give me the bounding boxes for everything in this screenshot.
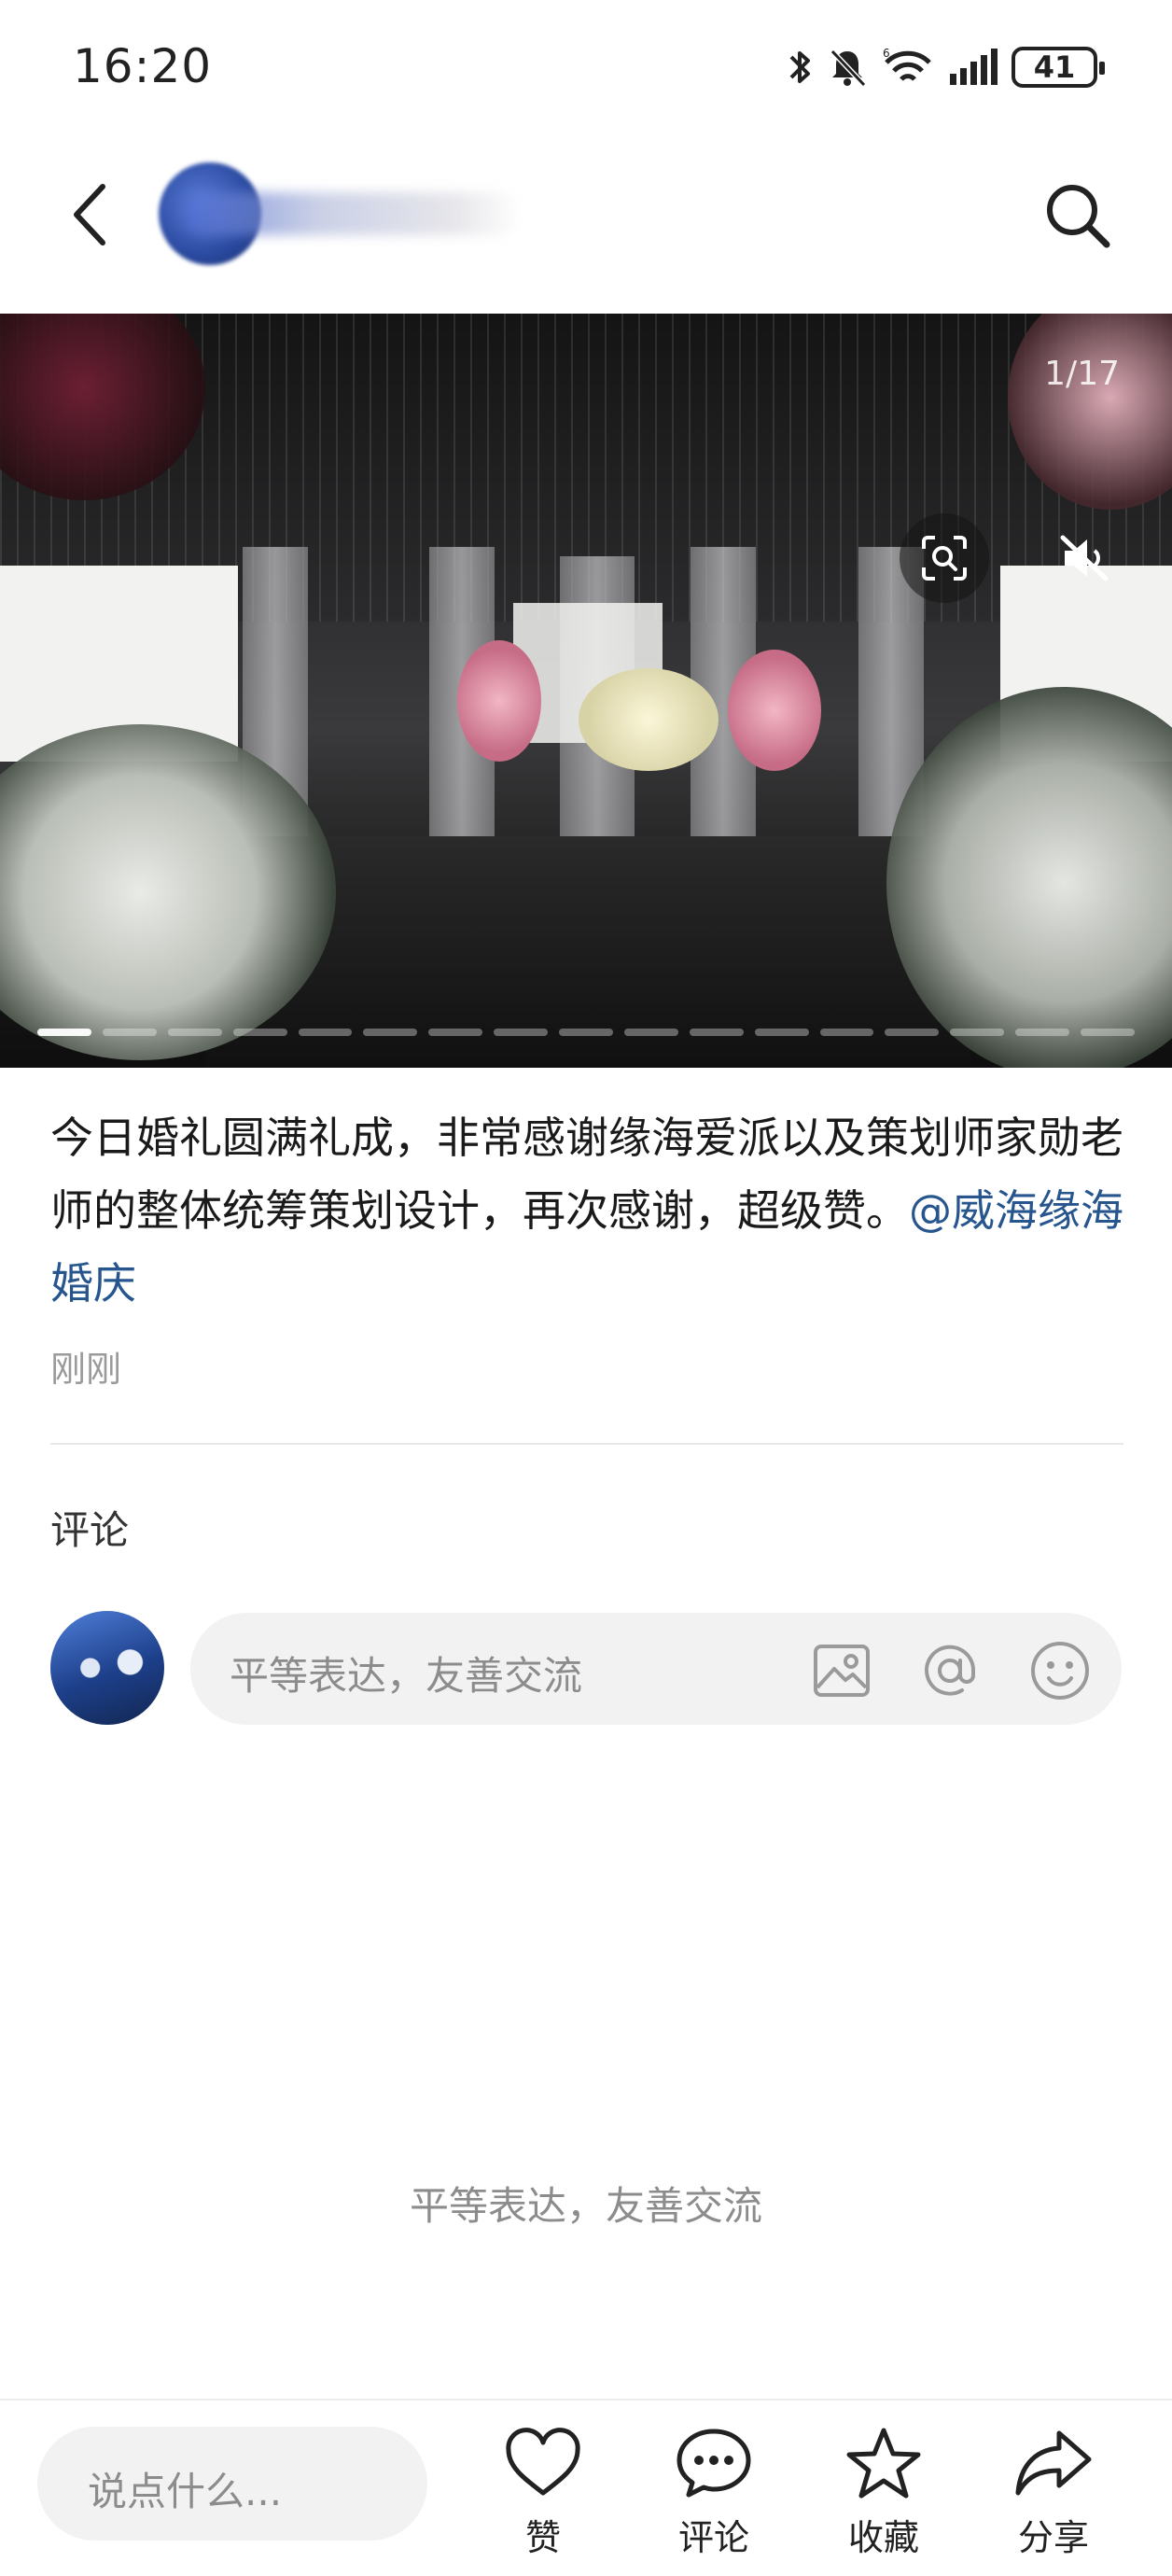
flower-arrangement (579, 668, 719, 771)
wifi-icon: 6 (883, 47, 931, 81)
heart-icon (501, 2421, 585, 2505)
post-caption: 今日婚礼圆满礼成，非常感谢缘海爱派以及策划师家勋老师的整体统筹策划设计，再次感谢… (50, 1101, 1123, 1320)
media-page-dot (298, 1029, 353, 1036)
like-label: 赞 (524, 2517, 561, 2558)
emoji-icon[interactable] (1026, 1637, 1094, 1704)
star-icon (842, 2421, 926, 2505)
share-icon (1012, 2421, 1095, 2505)
divider (50, 1443, 1123, 1445)
search-icon (1047, 185, 1110, 248)
bluetooth-icon (789, 51, 810, 83)
battery-icon: 41 (1012, 47, 1105, 88)
media-page-indicator (37, 1029, 1135, 1036)
flower-arrangement (886, 687, 1172, 1068)
favorite-button[interactable]: 收藏 (814, 2421, 954, 2570)
header (0, 140, 1172, 289)
post-media[interactable]: 1/17 (0, 314, 1172, 1068)
media-page-dot (950, 1029, 1005, 1036)
media-page-dot (623, 1029, 678, 1036)
mute-button[interactable] (1047, 513, 1122, 603)
my-avatar (50, 1611, 164, 1725)
comments-title: 评论 (50, 1507, 130, 1553)
say-something-placeholder: 说点什么... (88, 2469, 283, 2514)
author-name-blurred[interactable] (185, 192, 521, 235)
status-bar: 16:20 6 41 (0, 0, 1172, 131)
share-button[interactable]: 分享 (984, 2421, 1123, 2570)
media-page-dot (754, 1029, 809, 1036)
comment-button[interactable]: 评论 (644, 2421, 784, 2570)
status-time: 16:20 (73, 39, 213, 93)
media-page-dot (494, 1029, 548, 1036)
media-page-dot (689, 1029, 744, 1036)
media-page-dot (232, 1029, 287, 1036)
svg-text:6: 6 (883, 47, 890, 60)
battery-level: 41 (1033, 49, 1076, 85)
media-page-counter: 1/17 (1044, 355, 1120, 393)
scan-button[interactable] (900, 513, 989, 603)
media-page-dot (167, 1029, 222, 1036)
at-icon[interactable] (916, 1637, 984, 1704)
media-page-dot (428, 1029, 483, 1036)
media-page-dot (559, 1029, 613, 1036)
media-page-dot (363, 1029, 418, 1036)
signal-icon (950, 49, 998, 85)
comment-input[interactable]: 平等表达，友善交流 (190, 1613, 1122, 1725)
share-label: 分享 (1017, 2517, 1089, 2558)
back-button[interactable] (52, 177, 127, 252)
scan-icon (922, 536, 967, 581)
media-page-dot (1015, 1029, 1069, 1036)
empty-comments-hint: 平等表达，友善交流 (409, 2183, 762, 2229)
comment-input-placeholder: 平等表达，友善交流 (230, 1653, 583, 1699)
media-page-dot (37, 1029, 91, 1036)
flower-arrangement (728, 650, 821, 771)
say-something-input[interactable]: 说点什么... (37, 2427, 427, 2541)
media-page-dot (102, 1029, 157, 1036)
speaker-muted-icon (1060, 535, 1109, 581)
favorite-label: 收藏 (847, 2517, 919, 2558)
media-page-dot (819, 1029, 874, 1036)
media-page-dot (885, 1029, 940, 1036)
comment-label: 评论 (677, 2517, 749, 2558)
media-page-dot (1081, 1029, 1135, 1036)
post-time: 刚刚 (50, 1349, 122, 1390)
bottom-bar: 说点什么... 赞 评论 收藏 分享 (0, 2399, 1172, 2576)
chevron-left-icon (74, 184, 105, 245)
image-icon[interactable] (808, 1637, 875, 1704)
status-icons: 6 41 (788, 39, 1105, 95)
like-button[interactable]: 赞 (473, 2421, 613, 2570)
comment-icon (672, 2421, 756, 2505)
search-button[interactable] (1036, 174, 1120, 258)
flower-arrangement (457, 640, 541, 762)
mute-icon (830, 49, 867, 88)
